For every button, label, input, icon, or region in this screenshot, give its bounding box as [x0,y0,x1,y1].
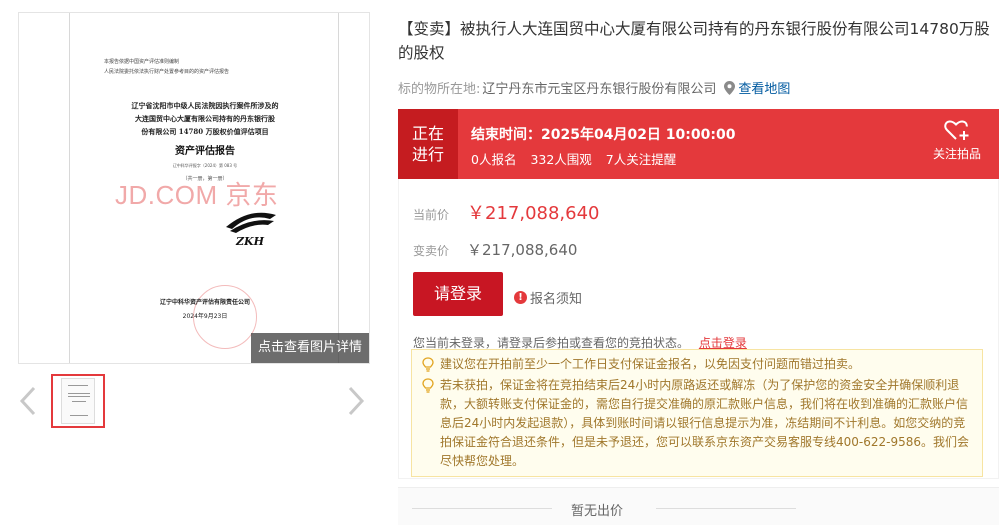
jd-watermark: JD.COM 京东 [115,180,279,210]
no-bid-text: 暂无出价 [570,504,623,519]
chevron-right-icon[interactable] [346,386,366,416]
doc-header-line1: 本报告依据中国资产评估准则编制 [104,59,180,65]
registration-notice-label: 报名须知 [530,292,583,307]
status-badge-line: 正在 [411,124,444,143]
registration-notice-link[interactable]: ! 报名须知 [514,288,582,307]
signup-count: 0人报名 [471,152,517,167]
zkh-logo-text: ZKH [235,235,265,248]
view-map-link[interactable]: 查看地图 [738,78,790,97]
thumbnail-item[interactable] [51,374,105,428]
doc-report-title: 资产评估报告 [175,146,235,157]
follower-count: 7人关注提醒 [605,152,677,167]
tip-text: 建议您在开拍前至少一个工作日支付保证金报名，以免因支付问题而错过拍卖。 [440,357,861,371]
current-price-row: 当前价 ￥217,088,640 [413,199,600,225]
current-price-label: 当前价 [413,208,450,222]
doc-date: 2024年9月23日 [182,313,228,320]
auction-status-bar: 正在 进行 结束时间：2025年04月02日 10:00:00 0人报名 332… [398,109,999,179]
doc-title-line: 辽宁省沈阳市中级人民法院因执行案件所涉及的 [131,101,279,110]
end-time: 结束时间：2025年04月02日 10:00:00 [471,127,736,143]
click-login-link[interactable]: 点击登录 [699,336,747,350]
deposit-tips: 建议您在开拍前至少一个工作日支付保证金报名，以免因支付问题而错过拍卖。 若未获拍… [411,349,983,477]
status-badge-line: 进行 [411,145,444,164]
doc-report-code: 辽中科华评报字（2024）第 083 号 [172,163,238,168]
tip-item: 建议您在开拍前至少一个工作日支付保证金报名，以免因支付问题而错过拍卖。 [420,355,974,374]
divider [656,508,796,509]
login-hint-text: 您当前未登录，请登录后参拍或查看您的竞拍状态。 [413,336,690,350]
location-value: 辽宁丹东市元宝区丹东银行股份有限公司 [482,82,717,97]
tip-text: 若未获拍，保证金将在竞拍结束后24小时内原路返还或解冻（为了保护您的资金安全并确… [440,378,970,468]
price-panel: 当前价 ￥217,088,640 变卖价 ￥217,088,640 请登录 ! … [398,179,999,479]
doc-header-line2: 人民法院委托依法执行财产处置参考目的的资产评估报告 [104,69,230,75]
thumbnail-strip [18,372,370,432]
main-image-viewer[interactable]: 本报告依据中国资产评估准则编制 人民法院委托依法执行财产处置参考目的的资产评估报… [18,12,370,364]
chevron-left-icon[interactable] [18,386,38,416]
view-image-detail-button[interactable]: 点击查看图片详情 [251,333,369,363]
heart-plus-icon [944,120,969,140]
sale-price-label: 变卖价 [413,244,450,258]
login-button[interactable]: 请登录 [413,272,503,316]
warning-icon: ! [514,291,527,304]
item-title: 【变卖】被执行人大连国贸中心大厦有限公司持有的丹东银行股份有限公司14780万股… [398,20,990,62]
map-pin-icon [724,80,736,95]
location-label: 标的物所在地: [398,82,481,97]
doc-title-line: 大连国贸中心大厦有限公司持有的丹东银行股 [135,114,275,123]
sale-price-value: ￥217,088,640 [467,241,578,259]
tip-item: 若未获拍，保证金将在竞拍结束后24小时内原路返还或解冻（为了保护您的资金安全并确… [420,376,974,471]
status-badge: 正在 进行 [398,109,458,179]
item-location: 标的物所在地: 辽宁丹东市元宝区丹东银行股份有限公司 查看地图 [398,78,790,97]
view-count: 332人围观 [530,152,592,167]
lightbulb-icon [422,357,434,372]
sale-price-row: 变卖价 ￥217,088,640 [413,239,577,260]
thumbnail-image [61,378,95,424]
doc-org: 辽宁中科华资产评估有限责任公司 [159,299,250,306]
lightbulb-icon [422,378,434,393]
current-price-value: ￥217,088,640 [467,203,600,224]
bid-record-section: 暂无出价 [398,487,999,525]
doc-title-line: 份有限公司 14780 万股权价值评估项目 [141,127,269,136]
follow-label: 关注拍品 [932,147,981,161]
auction-stats: 0人报名 332人围观 7人关注提醒 [471,149,686,168]
follow-item-button[interactable]: 关注拍品 [927,119,987,162]
doc-title: 辽宁省沈阳市中级人民法院因执行案件所涉及的 大连国贸中心大厦有限公司持有的丹东银… [88,99,322,138]
